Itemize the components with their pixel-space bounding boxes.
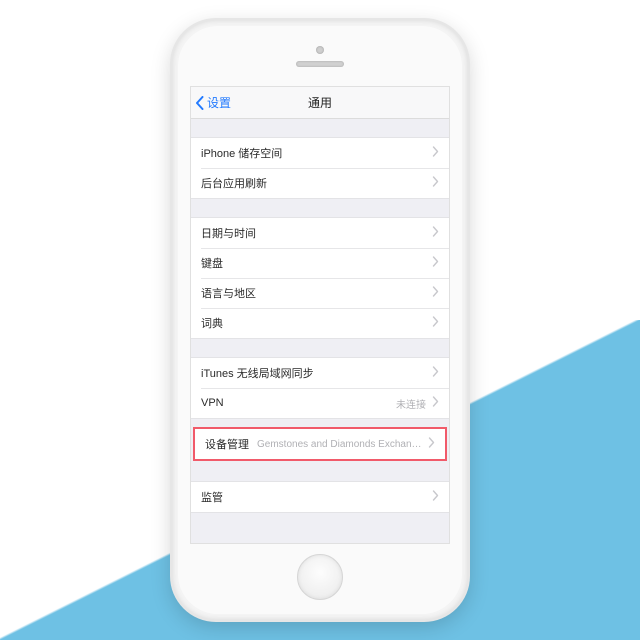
row-itunes-wifi-sync[interactable]: iTunes 无线局域网同步 bbox=[191, 358, 449, 388]
chevron-right-icon bbox=[428, 437, 435, 451]
row-label: VPN bbox=[201, 397, 224, 409]
row-label: 后台应用刷新 bbox=[201, 175, 267, 191]
settings-group-locale: 日期与时间 键盘 语言与地区 词典 bbox=[191, 217, 449, 339]
row-label: 词典 bbox=[201, 315, 223, 331]
chevron-right-icon bbox=[432, 316, 439, 330]
row-iphone-storage[interactable]: iPhone 储存空间 bbox=[191, 138, 449, 168]
row-label: 日期与时间 bbox=[201, 225, 256, 241]
row-vpn[interactable]: VPN 未连接 bbox=[191, 388, 449, 418]
row-value: 未连接 bbox=[224, 396, 426, 411]
chevron-right-icon bbox=[432, 226, 439, 240]
home-button[interactable] bbox=[297, 554, 343, 600]
chevron-right-icon bbox=[432, 286, 439, 300]
row-label: 设备管理 bbox=[205, 436, 249, 452]
settings-content[interactable]: iPhone 储存空间 后台应用刷新 日期与时间 bbox=[191, 119, 449, 543]
nav-back-button[interactable]: 设置 bbox=[195, 94, 231, 111]
row-dictionary[interactable]: 词典 bbox=[191, 308, 449, 338]
row-label: iTunes 无线局域网同步 bbox=[201, 365, 314, 381]
navbar: 设置 通用 bbox=[191, 87, 449, 119]
chevron-right-icon bbox=[432, 396, 439, 410]
row-device-management[interactable]: 设备管理 Gemstones and Diamonds Exchange... bbox=[195, 430, 445, 458]
settings-group-storage: iPhone 储存空间 后台应用刷新 bbox=[191, 137, 449, 199]
row-label: 键盘 bbox=[201, 255, 223, 271]
speaker-slot bbox=[296, 61, 344, 67]
phone-top-bezel bbox=[178, 26, 462, 86]
chevron-right-icon bbox=[432, 490, 439, 504]
chevron-right-icon bbox=[432, 146, 439, 160]
row-regulatory[interactable]: 监管 bbox=[191, 482, 449, 512]
row-label: iPhone 储存空间 bbox=[201, 145, 282, 161]
nav-back-label: 设置 bbox=[207, 94, 231, 111]
chevron-right-icon bbox=[432, 256, 439, 270]
phone-frame: 设置 通用 iPhone 储存空间 后台应用刷新 bbox=[172, 20, 468, 620]
chevron-right-icon bbox=[432, 366, 439, 380]
highlight-device-management: 设备管理 Gemstones and Diamonds Exchange... bbox=[193, 427, 447, 461]
row-background-refresh[interactable]: 后台应用刷新 bbox=[191, 168, 449, 198]
nav-title: 通用 bbox=[308, 94, 332, 111]
row-label: 语言与地区 bbox=[201, 285, 256, 301]
chevron-right-icon bbox=[432, 176, 439, 190]
settings-group-regulatory: 监管 bbox=[191, 481, 449, 513]
row-language-region[interactable]: 语言与地区 bbox=[191, 278, 449, 308]
row-keyboard[interactable]: 键盘 bbox=[191, 248, 449, 278]
camera-dot bbox=[316, 46, 324, 54]
row-date-time[interactable]: 日期与时间 bbox=[191, 218, 449, 248]
phone-screen: 设置 通用 iPhone 储存空间 后台应用刷新 bbox=[190, 86, 450, 544]
chevron-left-icon bbox=[195, 96, 205, 110]
scroll-fade bbox=[191, 531, 449, 543]
row-label: 监管 bbox=[201, 489, 223, 505]
settings-group-network: iTunes 无线局域网同步 VPN 未连接 bbox=[191, 357, 449, 419]
row-value: Gemstones and Diamonds Exchange... bbox=[249, 439, 422, 450]
